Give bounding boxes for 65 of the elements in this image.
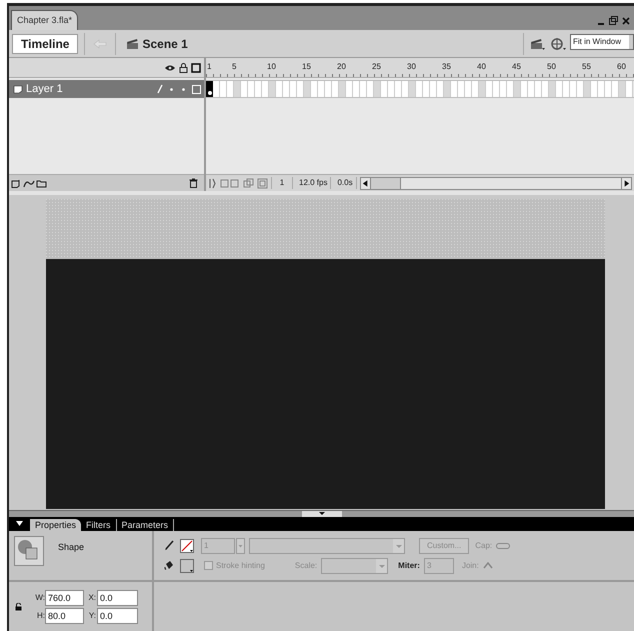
pencil-icon <box>157 84 163 94</box>
join-label: Join: <box>462 560 479 572</box>
ruler-number: 35 <box>442 61 451 73</box>
pencil-icon[interactable] <box>164 540 174 551</box>
field-label: H: <box>36 610 45 622</box>
cap-label: Cap: <box>475 540 492 552</box>
shape-icon <box>14 536 44 566</box>
scroll-right-icon[interactable] <box>621 178 631 188</box>
layer-row[interactable]: Layer 1 <box>9 80 204 98</box>
outline-square-icon[interactable] <box>192 84 201 94</box>
layer-name: Layer 1 <box>26 82 64 97</box>
shape-type-label: Shape <box>58 541 84 554</box>
ruler-number: 30 <box>407 61 416 73</box>
ruler-number: 50 <box>547 61 556 73</box>
paint-bucket-icon[interactable] <box>164 560 174 571</box>
document-tab[interactable]: Chapter 3.fla* <box>11 10 78 30</box>
timeline-button[interactable]: Timeline <box>12 34 78 54</box>
field-label: W: <box>34 592 45 604</box>
edit-scene-icon[interactable] <box>530 36 546 50</box>
ruler-number: 25 <box>372 61 381 73</box>
add-layer-icon[interactable] <box>11 178 22 188</box>
ruler-number: 55 <box>582 61 591 73</box>
position-field[interactable]: 0.0 <box>97 608 138 624</box>
horizontal-scrollbar[interactable] <box>360 176 632 190</box>
lock-icon[interactable] <box>179 62 188 72</box>
lock-icon[interactable] <box>15 602 22 610</box>
field-label: Y: <box>88 610 97 622</box>
dimension-field[interactable]: 80.0 <box>45 608 84 624</box>
fill-color-swatch[interactable] <box>180 558 194 572</box>
ruler-number: 45 <box>512 61 521 73</box>
center-frame-icon[interactable] <box>209 178 217 188</box>
ruler-number: 5 <box>232 61 236 73</box>
trash-icon[interactable] <box>189 178 198 188</box>
ruler-number: 20 <box>337 61 346 73</box>
stroke-color-swatch[interactable] <box>180 538 194 552</box>
clapperboard-icon <box>126 38 140 50</box>
ruler-number: 60 <box>617 61 626 73</box>
frame-rate: 12.0 fps <box>296 177 332 189</box>
collapse-handle-icon[interactable] <box>302 511 342 517</box>
position-field[interactable]: 0.0 <box>97 590 138 606</box>
outline-icon[interactable] <box>191 62 201 72</box>
scroll-thumb[interactable] <box>370 178 401 188</box>
scene-label: Scene 1 <box>142 36 188 52</box>
scale-label: Scale: <box>294 560 318 572</box>
dimension-field[interactable]: 760.0 <box>45 590 84 606</box>
ruler-number: 10 <box>267 61 276 73</box>
collapse-triangle-icon[interactable] <box>15 520 24 527</box>
close-icon[interactable] <box>622 16 630 24</box>
visibility-dot-icon[interactable] <box>170 88 173 90</box>
miter-label: Miter: <box>398 560 420 572</box>
ruler-number: 40 <box>477 61 486 73</box>
ruler-number: 1 <box>207 61 212 73</box>
field-label: X: <box>87 592 97 604</box>
lock-dot-icon[interactable] <box>182 88 185 90</box>
eye-icon[interactable] <box>164 64 176 72</box>
add-folder-icon[interactable] <box>36 178 47 188</box>
zoom-dropdown[interactable]: Fit in Window <box>570 34 634 50</box>
restore-icon[interactable] <box>609 16 618 25</box>
ruler-number: 15 <box>302 61 311 73</box>
elapsed-time: 0.0s <box>334 177 357 189</box>
edit-symbol-icon[interactable] <box>550 36 567 51</box>
layer-icon <box>13 84 23 94</box>
current-frame: 1 <box>271 177 293 189</box>
add-guide-layer-icon[interactable] <box>23 178 35 188</box>
panel-tab[interactable]: Properties <box>30 519 82 531</box>
